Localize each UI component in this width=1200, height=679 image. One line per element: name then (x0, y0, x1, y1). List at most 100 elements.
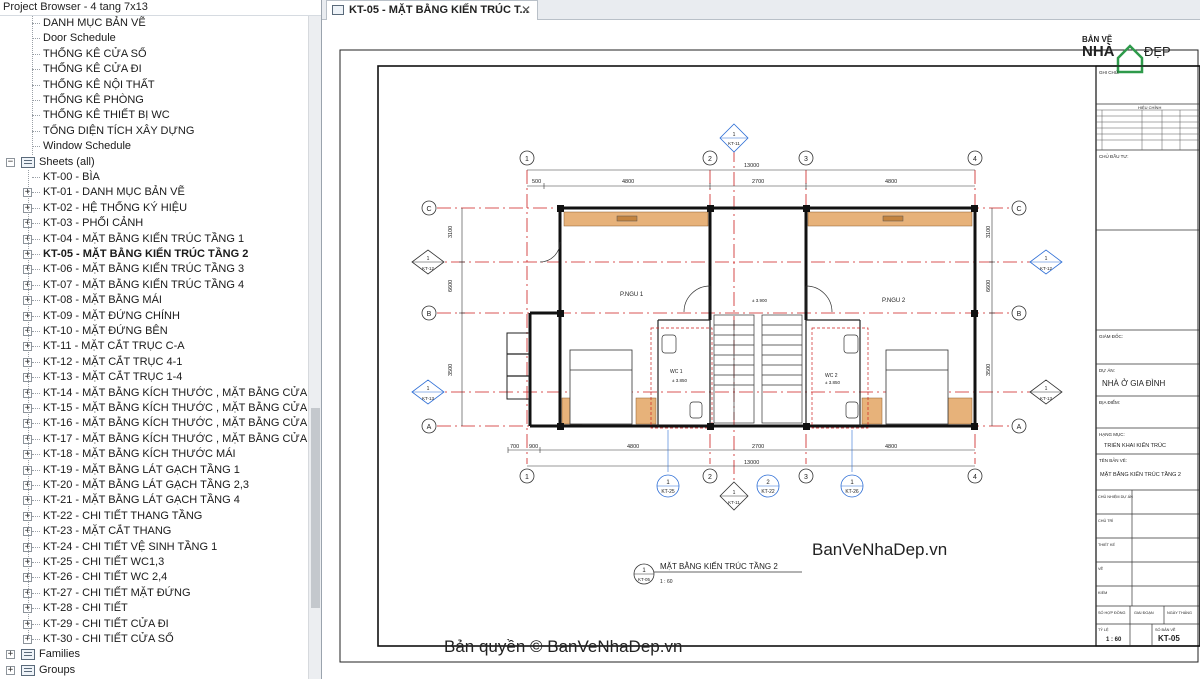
sheet-item[interactable]: + KT-01 - DANH MỤC BẢN VẼ (0, 185, 306, 200)
tb-ty-le-value: 1 : 60 (1106, 637, 1122, 643)
expand-icon[interactable]: + (6, 665, 15, 675)
section-rb-ref: KT-13 (1040, 396, 1053, 401)
sheets-folder-icon (21, 156, 35, 168)
tb-hang-muc-value: TRIỂN KHAI KIẾN TRÚC (1104, 442, 1166, 449)
sheet-item[interactable]: + KT-22 - CHI TIẾT THANG TẦNG (0, 509, 306, 524)
sheet-item[interactable]: + KT-30 - CHI TIẾT CỬA SỔ (0, 632, 306, 647)
sheet-item[interactable]: + KT-24 - CHI TIẾT VỆ SINH TẦNG 1 (0, 540, 306, 555)
dim-right-1: 6600 (986, 280, 992, 292)
tree-connector (32, 361, 40, 363)
expand-icon[interactable]: + (6, 650, 15, 660)
scrollbar-thumb[interactable] (311, 408, 320, 608)
sheet-item[interactable]: + KT-28 - CHI TIẾT (0, 601, 306, 616)
watermark-copyright: Bản quyền © BanVeNhaDep.vn (444, 637, 682, 656)
callout-kt-22-ref: KT-22 (761, 489, 775, 495)
sheet-item[interactable]: + KT-17 - MẶT BẰNG KÍCH THƯỚC , MẶT BẰNG … (0, 432, 308, 447)
sheet-item[interactable]: + KT-04 - MẶT BẰNG KIẾN TRÚC TẦNG 1 (0, 232, 306, 247)
schedule-item[interactable]: Window Schedule (0, 139, 306, 154)
tb-ty-le: TỶ LỆ (1098, 627, 1109, 632)
sheet-item[interactable]: + KT-19 - MẶT BẰNG LÁT GẠCH TẦNG 1 (0, 463, 306, 478)
tree-item-label: KT-12 - MẶT CẮT TRỤC 4-1 (43, 355, 183, 368)
sheet-item[interactable]: + KT-12 - MẶT CẮT TRỤC 4-1 (0, 355, 306, 370)
tb-giai-doan: GIAI ĐOẠN (1134, 611, 1154, 615)
tb-giam-doc: GIÁM ĐỐC: (1099, 333, 1123, 339)
schedule-item[interactable]: THỐNG KÊ PHÒNG (0, 93, 306, 108)
schedule-item[interactable]: THỐNG KÊ THIẾT BỊ WC (0, 108, 306, 123)
browser-tree[interactable]: DANH MỤC BẢN VẼ Door Schedule THỐNG KÊ CỬA… (0, 16, 308, 679)
tree-connector (32, 377, 40, 379)
sheet-item[interactable]: + KT-23 - MẶT CẮT THANG (0, 524, 306, 539)
level-wc-1: ± 3.850 (672, 378, 687, 383)
sheet-item[interactable]: + KT-08 - MẶT BẰNG MÁI (0, 293, 306, 308)
sheet-item[interactable]: + KT-03 - PHỐI CẢNH (0, 216, 306, 231)
tree-connector (32, 577, 40, 579)
tree-item-label: KT-22 - CHI TIẾT THANG TẦNG (43, 509, 203, 522)
schedule-item[interactable]: THỐNG KÊ CỬA SỔ (0, 47, 306, 62)
schedule-item[interactable]: DANH MỤC BẢN VẼ (0, 16, 306, 31)
section-top-ref: KT-11 (728, 141, 740, 146)
sheets-folder-icon (21, 649, 35, 661)
sheet-item[interactable]: + KT-05 - MẶT BẰNG KIẾN TRÚC TẦNG 2 (0, 247, 306, 262)
schedule-item[interactable]: Door Schedule (0, 31, 306, 46)
groups-node[interactable]: + Groups (0, 663, 306, 678)
dim-top-2: 2700 (752, 179, 764, 185)
dim-left-0: 3100 (448, 226, 454, 238)
tree-item-label: KT-10 - MẶT ĐỨNG BÊN (43, 325, 168, 337)
tree-item-label: KT-27 - CHI TIẾT MẶT ĐỨNG (43, 586, 191, 599)
collapse-icon[interactable]: − (6, 157, 15, 167)
sheets-folder-icon (21, 664, 35, 676)
sheet-item[interactable]: + KT-26 - CHI TIẾT WC 2,4 (0, 570, 306, 585)
tree-connector (32, 130, 40, 132)
sheet-item[interactable]: + KT-16 - MẶT BẰNG KÍCH THƯỚC , MẶT BẰNG … (0, 416, 308, 431)
sheet-item[interactable]: + KT-18 - MẶT BẰNG KÍCH THƯỚC MÁI (0, 447, 306, 462)
tree-connector (32, 592, 40, 594)
tb-so-hop-dong: SỐ HỢP ĐỒNG (1098, 610, 1125, 615)
sheet-item[interactable]: + KT-25 - CHI TIẾT WC1,3 (0, 555, 306, 570)
tab-kt-05[interactable]: KT-05 - MẶT BẰNG KIẾN TRÚC T... ✕ (326, 0, 538, 20)
sheet-item[interactable]: + KT-27 - CHI TIẾT MẶT ĐỨNG (0, 586, 306, 601)
tree-item-label: KT-07 - MẶT BẰNG KIẾN TRÚC TẦNG 4 (43, 278, 245, 291)
schedule-item[interactable]: TỔNG DIỆN TÍCH XÂY DỰNG (0, 124, 306, 139)
tree-connector (32, 16, 33, 155)
sheet-item[interactable]: + KT-09 - MẶT ĐỨNG CHÍNH (0, 309, 306, 324)
families-node[interactable]: + Families (0, 647, 306, 662)
tb-hang-muc: HẠNG MỤC: (1099, 432, 1125, 437)
sheet-item[interactable]: + KT-29 - CHI TIẾT CỬA ĐI (0, 617, 306, 632)
browser-scrollbar[interactable] (308, 16, 321, 679)
sheet-item[interactable]: + KT-15 - MẶT BẰNG KÍCH THƯỚC , MẶT BẰNG … (0, 401, 308, 416)
level-wc-2: ± 3.850 (825, 380, 840, 385)
tree-connector (32, 238, 40, 240)
tb-so-ban-ve-value: KT-05 (1158, 634, 1180, 643)
grid-1-top: 1 (525, 156, 529, 163)
logo-left: NHÀ (1082, 43, 1115, 60)
tree-connector (32, 100, 40, 101)
sheet-item[interactable]: + KT-07 - MẶT BẰNG KIẾN TRÚC TẦNG 4 (0, 278, 306, 293)
sheet-item[interactable]: + KT-20 - MẶT BẰNG LÁT GẠCH TẦNG 2,3 (0, 478, 306, 493)
sheet-item[interactable]: + KT-13 - MẶT CẮT TRỤC 1-4 (0, 370, 306, 385)
sheet-item[interactable]: + KT-14 - MẶT BẰNG KÍCH THƯỚC , MẶT BẰNG … (0, 386, 308, 401)
dim-bottom-2: 4800 (627, 444, 639, 450)
tree-connector (32, 115, 40, 117)
drawing-canvas[interactable]: BẢN VẼ NHÀ ĐẸP GHI CHÚ: HIỆU CHỈNH CHỦ Đ… (322, 20, 1200, 679)
sheet-item[interactable]: + KT-02 - HỆ THỐNG KÝ HIỆU (0, 201, 306, 216)
tree-item-label: KT-03 - PHỐI CẢNH (43, 217, 144, 230)
grid-2-bottom: 2 (708, 474, 712, 481)
dim-top-overall: 13000 (744, 163, 759, 169)
sheet-item[interactable]: + KT-11 - MẶT CẮT TRỤC C-A (0, 339, 306, 354)
tree-connector (32, 69, 40, 71)
view-title-text: MẶT BẰNG KIẾN TRÚC TẦNG 2 (660, 561, 778, 571)
sheet-drawing: BẢN VẼ NHÀ ĐẸP GHI CHÚ: HIỆU CHỈNH CHỦ Đ… (339, 35, 1200, 663)
close-icon[interactable]: ✕ (521, 1, 531, 19)
sheets-all-node[interactable]: − Sheets (all) (0, 155, 306, 170)
tree-item-label: KT-20 - MẶT BẰNG LÁT GẠCH TẦNG 2,3 (43, 479, 250, 491)
sheet-item[interactable]: + KT-06 - MẶT BẰNG KIẾN TRÚC TẦNG 3 (0, 262, 306, 277)
schedule-item[interactable]: THỐNG KÊ NỘI THẤT (0, 78, 306, 93)
watermark-site: BanVeNhaDep.vn (812, 540, 947, 559)
tree-connector (32, 331, 40, 332)
tree-connector (32, 284, 40, 286)
tree-connector (32, 608, 40, 610)
schedule-item[interactable]: THỐNG KÊ CỬA ĐI (0, 62, 306, 77)
sheet-item[interactable]: + KT-10 - MẶT ĐỨNG BÊN (0, 324, 306, 339)
sheet-item[interactable]: + KT-21 - MẶT BẰNG LÁT GẠCH TẦNG 4 (0, 493, 306, 508)
sheet-item[interactable]: KT-00 - BÌA (0, 170, 306, 185)
